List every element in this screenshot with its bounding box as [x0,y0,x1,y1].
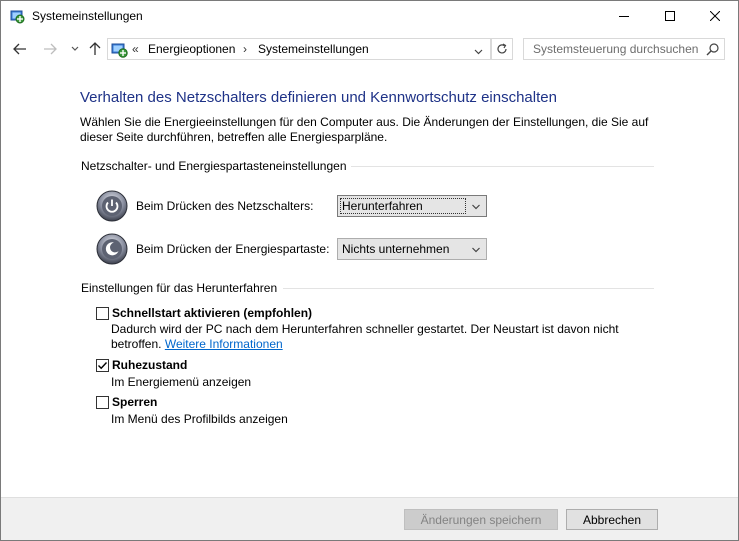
select-value: Nichts unternehmen [342,242,450,256]
fast-startup-title[interactable]: Schnellstart aktivieren (empfohlen) [112,306,312,320]
fast-startup-checkbox[interactable] [96,307,109,320]
lock-checkbox[interactable] [96,396,109,409]
recent-locations-button[interactable] [65,39,85,59]
window-title: Systemeinstellungen [32,9,143,23]
refresh-button[interactable] [491,38,513,60]
save-changes-button[interactable]: Änderungen speichern [404,509,558,530]
search-icon[interactable] [706,43,719,56]
address-dropdown-icon[interactable] [474,44,483,58]
arrow-left-icon [13,43,26,55]
hibernate-checkbox[interactable] [96,359,109,372]
maximize-button[interactable] [647,1,693,31]
close-icon [710,11,720,21]
arrow-up-icon [89,42,101,55]
refresh-icon [497,43,507,54]
fast-startup-desc-line-1: Dadurch wird der PC nach dem Herunterfah… [111,322,619,336]
forward-button[interactable] [40,39,60,59]
power-button-action-select[interactable]: Herunterfahren [337,195,487,217]
sleep-button-label: Beim Drücken der Energiespartaste: [136,242,330,256]
control-panel-app-icon [9,8,25,24]
fast-startup-desc-text: betroffen. [111,337,162,351]
breadcrumb-separator[interactable]: › [243,42,247,56]
intro-line-2: dieser Seite durchführen, betreffen alle… [80,130,388,144]
sleep-button-icon [96,233,128,265]
breadcrumb-systemeinstellungen[interactable]: Systemeinstellungen [258,42,369,56]
up-button[interactable] [85,39,105,59]
search-input[interactable]: Systemsteuerung durchsuchen [523,38,725,60]
select-value: Herunterfahren [340,198,466,214]
arrow-right-icon [44,43,57,55]
power-button-label: Beim Drücken des Netzschalters: [136,199,314,213]
breadcrumb-overflow[interactable]: « [132,42,139,56]
shutdown-section-header: Einstellungen für das Herunterfahren [81,281,278,295]
window: Systemeinstellungen « Energieoptionen › … [0,0,739,541]
chevron-down-icon [471,244,481,254]
breadcrumb-energieoptionen[interactable]: Energieoptionen [148,42,235,56]
section-divider [351,166,654,167]
close-button[interactable] [692,1,738,31]
maximize-icon [665,11,675,21]
navigation-bar: « Energieoptionen › Systemeinstellungen … [1,31,738,67]
fast-startup-description: Dadurch wird der PC nach dem Herunterfah… [111,322,619,352]
minimize-icon [619,16,629,17]
footer-bar: Änderungen speichern Abbrechen [1,497,738,540]
hibernate-title[interactable]: Ruhezustand [112,358,187,372]
section-divider [283,288,654,289]
minimize-button[interactable] [601,1,647,31]
hibernate-description: Im Energiemenü anzeigen [111,375,252,389]
checkmark-icon [98,362,108,370]
control-panel-icon [111,41,128,58]
power-section-header: Netzschalter- und Energiespartasteneinst… [81,159,347,173]
chevron-down-icon [471,201,481,211]
more-info-link[interactable]: Weitere Informationen [165,337,283,351]
chevron-down-icon [71,46,79,51]
intro-line-1: Wählen Sie die Energieeinstellungen für … [80,115,649,129]
address-bar[interactable]: « Energieoptionen › Systemeinstellungen [107,38,491,60]
search-placeholder: Systemsteuerung durchsuchen [533,42,699,56]
sleep-button-action-select[interactable]: Nichts unternehmen [337,238,487,260]
power-button-icon [96,190,128,222]
title-bar[interactable]: Systemeinstellungen [1,1,738,31]
lock-title[interactable]: Sperren [112,395,157,409]
cancel-button[interactable]: Abbrechen [566,509,658,530]
lock-description: Im Menü des Profilbilds anzeigen [111,412,288,426]
fast-startup-desc-line-2: betroffen. Weitere Informationen [111,337,619,352]
intro-text: Wählen Sie die Energieeinstellungen für … [80,115,660,145]
back-button[interactable] [10,39,30,59]
page-title: Verhalten des Netzschalters definieren u… [80,89,557,106]
